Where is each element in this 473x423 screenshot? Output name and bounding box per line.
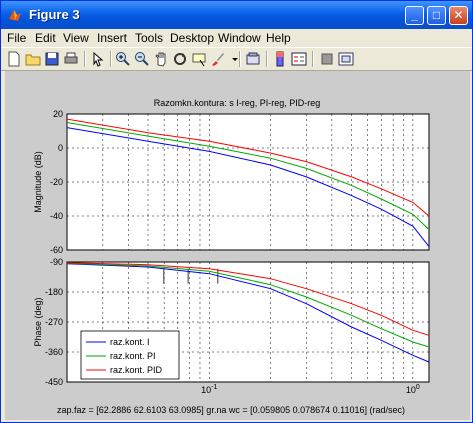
close-button[interactable]: ✕ — [449, 6, 468, 25]
menu-tools[interactable]: Tools — [135, 31, 163, 45]
menu-help[interactable]: Help — [266, 31, 291, 45]
matlab-logo-icon — [9, 10, 21, 21]
menu-view[interactable]: View — [63, 31, 89, 45]
y-tick-label: 20 — [53, 109, 63, 119]
menu-desktop[interactable]: Desktop — [170, 31, 214, 45]
y-tick-label: -60 — [50, 245, 63, 255]
status-readout: zap.faz = [62.2886 62.6103 63.0985] gr.n… — [57, 405, 405, 415]
legend-entry: raz.kont. PID — [110, 365, 163, 375]
y-tick-label: -20 — [50, 177, 63, 187]
zoom-in-icon[interactable] — [115, 51, 131, 67]
toolbar-separator — [110, 51, 111, 67]
pointer-icon[interactable] — [90, 51, 106, 67]
x-tick-label: 100 — [406, 384, 420, 395]
figure-canvas: Razomkn.kontura: s I-reg, PI-reg, PID-re… — [5, 71, 470, 420]
colorbar-icon[interactable] — [272, 51, 288, 67]
x-tick-exponent: -1 — [211, 384, 217, 391]
figure-title: Razomkn.kontura: s I-reg, PI-reg, PID-re… — [154, 98, 321, 108]
open-folder-icon[interactable] — [25, 51, 41, 67]
rotate-3d-icon[interactable] — [172, 51, 188, 67]
y-axis-label: Magnitude (dB) — [33, 151, 43, 213]
window-title: Figure 3 — [29, 7, 80, 22]
menu-edit[interactable]: Edit — [35, 31, 56, 45]
legend-icon[interactable] — [291, 51, 307, 67]
y-axis-label: Phase (deg) — [33, 297, 43, 346]
y-tick-label: -90 — [50, 257, 63, 267]
y-tick-label: -40 — [50, 211, 63, 221]
figure-toolbar — [1, 47, 472, 71]
minimize-button[interactable]: _ — [405, 6, 424, 25]
legend-entry: raz.kont. PI — [110, 351, 156, 361]
zoom-out-icon[interactable] — [134, 51, 150, 67]
toolbar-separator — [266, 51, 267, 67]
maximize-button[interactable]: □ — [427, 6, 446, 25]
menu-insert[interactable]: Insert — [97, 31, 127, 45]
bode-plot[interactable]: Razomkn.kontura: s I-reg, PI-reg, PID-re… — [5, 71, 470, 420]
legend-entry: raz.kont. I — [110, 337, 150, 347]
data-cursor-icon[interactable] — [191, 51, 207, 67]
y-tick-label: -270 — [45, 317, 63, 327]
x-tick-label: 10-1 — [201, 384, 217, 395]
figure-window: Figure 3 _ □ ✕ File Edit View Insert Too… — [0, 0, 473, 423]
menu-file[interactable]: File — [7, 31, 26, 45]
chevron-down-icon[interactable] — [227, 51, 243, 67]
save-icon[interactable] — [44, 51, 60, 67]
print-icon[interactable] — [63, 51, 79, 67]
y-tick-label: -360 — [45, 347, 63, 357]
hide-plot-tools-icon[interactable] — [319, 51, 335, 67]
link-icon[interactable] — [245, 51, 261, 67]
menu-bar: File Edit View Insert Tools Desktop Wind… — [1, 29, 472, 47]
title-bar[interactable]: Figure 3 _ □ ✕ — [1, 1, 472, 29]
menu-window[interactable]: Window — [218, 31, 261, 45]
y-tick-label: -450 — [45, 377, 63, 387]
toolbar-separator — [312, 51, 313, 67]
brush-icon[interactable] — [210, 51, 226, 67]
new-file-icon[interactable] — [6, 51, 22, 67]
toolbar-separator — [84, 51, 85, 67]
y-tick-label: 0 — [58, 143, 63, 153]
toolbar-separator — [239, 51, 240, 67]
pan-icon[interactable] — [153, 51, 169, 67]
phase-axes[interactable]: -90 -180 -270 -360 -450 Phase (deg) 10-1 100 raz… — [33, 257, 430, 395]
x-tick-exponent: 0 — [416, 384, 420, 391]
show-plot-tools-icon[interactable] — [338, 51, 354, 67]
magnitude-axes[interactable]: 20 0 -20 -40 -60 Magnitude (dB) — [33, 109, 430, 255]
y-tick-label: -180 — [45, 287, 63, 297]
